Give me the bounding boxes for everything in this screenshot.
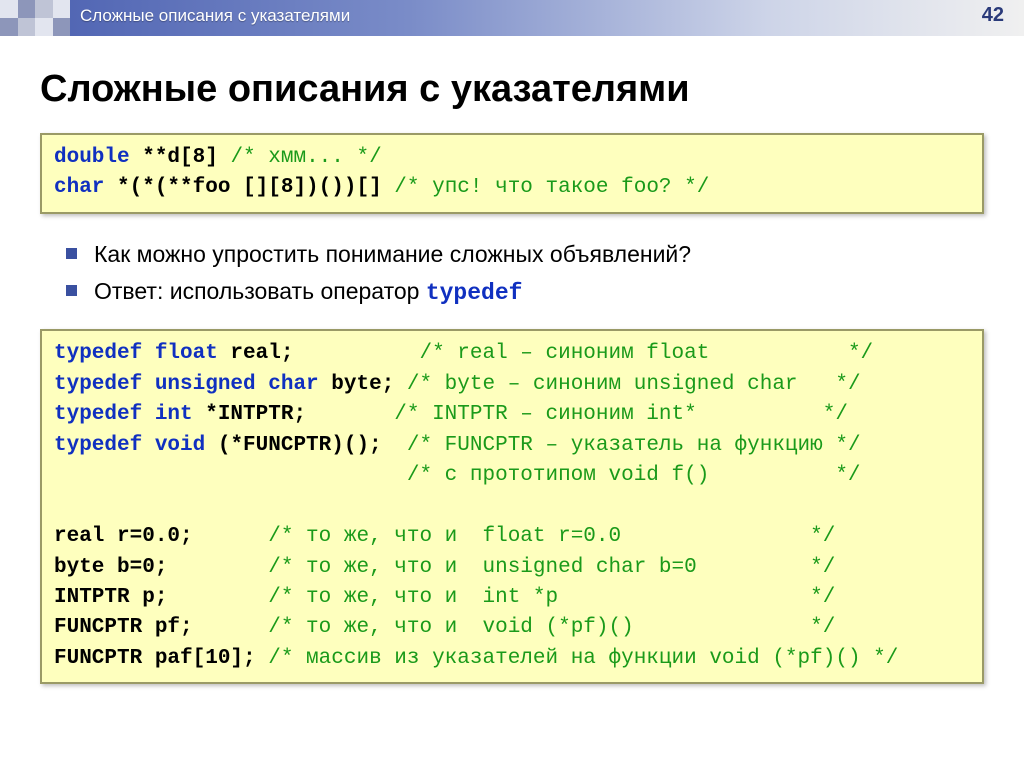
code-text: (*FUNCPTR)(); xyxy=(205,434,407,457)
list-item-text: Ответ: использовать оператор xyxy=(94,278,426,304)
decorative-squares-icon xyxy=(0,0,70,36)
list-item: Как можно упростить понимание сложных об… xyxy=(66,236,984,273)
code-text: *(*(**foo [][8])())[] xyxy=(104,176,394,199)
page-title: Сложные описания с указателями xyxy=(40,68,984,111)
code-comment: /* то же, что и unsigned char b=0 */ xyxy=(268,556,835,579)
page-number: 42 xyxy=(982,4,1004,27)
code-comment: /* упс! что такое foo? */ xyxy=(394,176,709,199)
code-text: byte; xyxy=(319,373,407,396)
code-comment: /* то же, что и int *p */ xyxy=(268,586,835,609)
slide: Сложные описания с указателями 42 Сложны… xyxy=(0,0,1024,767)
code-comment: /* с прототипом void f() */ xyxy=(407,464,861,487)
code-text: byte b=0; xyxy=(54,556,268,579)
code-comment: /* real – синоним float */ xyxy=(419,342,873,365)
code-text: *INTPTR; xyxy=(193,403,395,426)
code-text xyxy=(54,464,407,487)
code-comment: /* INTPTR – синоним int* */ xyxy=(394,403,848,426)
code-keyword: typedef float xyxy=(54,342,218,365)
code-block-2: typedef float real; /* real – синоним fl… xyxy=(40,329,984,684)
code-text: FUNCPTR paf[10]; xyxy=(54,647,268,670)
code-text: INTPTR p; xyxy=(54,586,268,609)
code-block-1: double **d[8] /* хмм... */ char *(*(**fo… xyxy=(40,133,984,214)
breadcrumb: Сложные описания с указателями xyxy=(80,6,350,26)
code-keyword: double xyxy=(54,146,130,169)
code-keyword: char xyxy=(54,176,104,199)
code-keyword: typedef int xyxy=(54,403,193,426)
code-comment: /* хмм... */ xyxy=(230,146,381,169)
content-area: Сложные описания с указателями double **… xyxy=(0,36,1024,726)
code-comment: /* FUNCPTR – указатель на функцию */ xyxy=(407,434,861,457)
code-comment: /* массив из указателей на функции void … xyxy=(268,647,898,670)
top-bar: Сложные описания с указателями 42 xyxy=(0,0,1024,36)
code-comment: /* byte – синоним unsigned char */ xyxy=(407,373,861,396)
code-keyword: typedef unsigned char xyxy=(54,373,319,396)
inline-keyword: typedef xyxy=(426,280,523,306)
code-keyword: typedef void xyxy=(54,434,205,457)
code-text: real r=0.0; xyxy=(54,525,268,548)
list-item: Ответ: использовать оператор typedef xyxy=(66,273,984,312)
code-text: **d[8] xyxy=(130,146,231,169)
code-text: FUNCPTR pf; xyxy=(54,616,268,639)
code-text: real; xyxy=(218,342,420,365)
code-comment: /* то же, что и void (*pf)() */ xyxy=(268,616,835,639)
bullet-list: Как можно упростить понимание сложных об… xyxy=(66,236,984,312)
code-comment: /* то же, что и float r=0.0 */ xyxy=(268,525,835,548)
